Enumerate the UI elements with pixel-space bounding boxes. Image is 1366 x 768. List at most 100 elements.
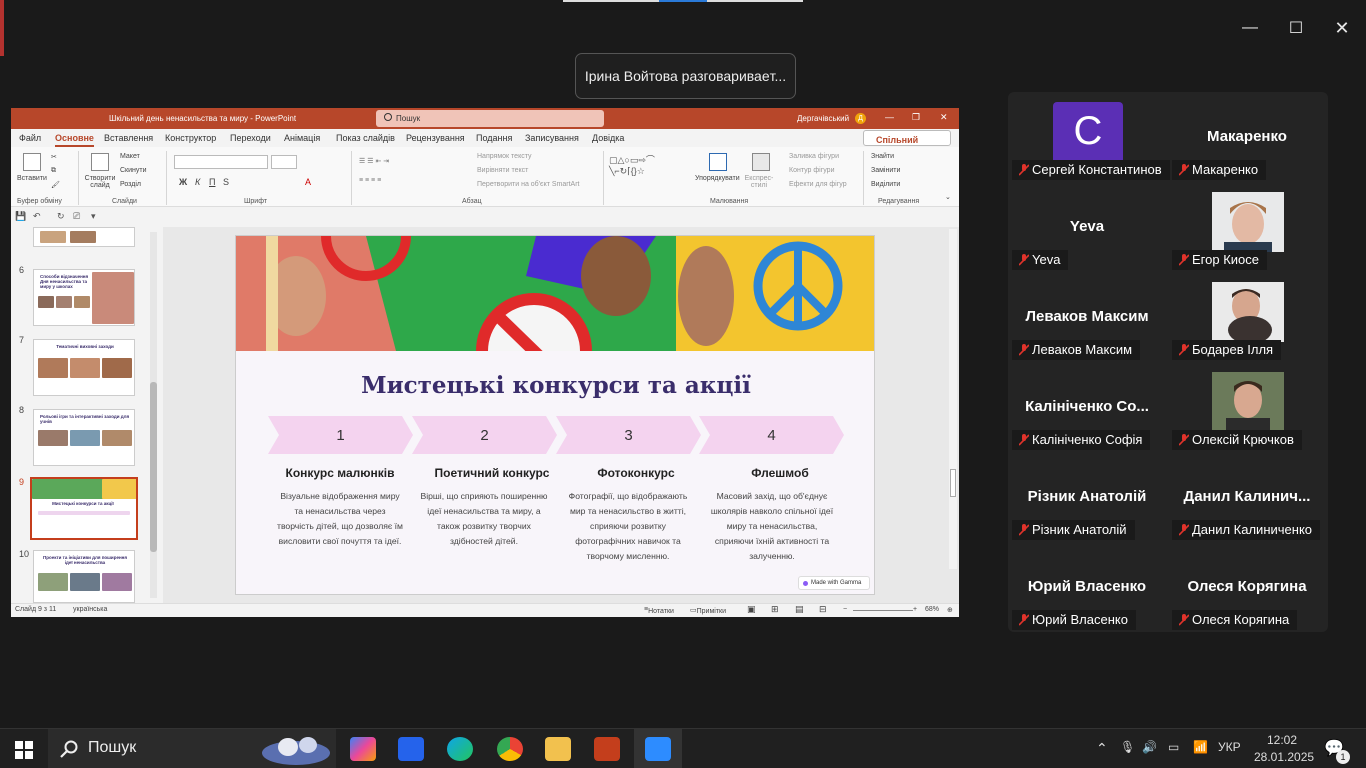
new-slide-button[interactable]: Створити слайд bbox=[83, 175, 117, 189]
ppt-restore-icon[interactable]: ❐ bbox=[912, 112, 920, 123]
reading-view-icon[interactable]: ▤ bbox=[795, 604, 804, 615]
zoom-app-active[interactable] bbox=[634, 729, 682, 768]
participant-tile[interactable]: Данил Калинич... Данил Калиниченко bbox=[1168, 452, 1326, 540]
ppt-search-box[interactable]: Пошук bbox=[376, 110, 604, 127]
section-button[interactable]: Розділ bbox=[120, 181, 141, 188]
align-icons[interactable]: ≡ ≡ ≡ ≡ bbox=[359, 177, 381, 184]
file-explorer-icon[interactable] bbox=[545, 737, 571, 761]
select-button[interactable]: Виділити bbox=[871, 181, 900, 188]
copilot-icon[interactable] bbox=[350, 737, 376, 761]
participant-tile[interactable]: Олексій Крючков bbox=[1168, 362, 1326, 450]
taskbar-search-box[interactable]: Пошук bbox=[48, 729, 336, 768]
language-indicator[interactable]: українська bbox=[73, 606, 107, 613]
slide-sorter-icon[interactable]: ⊞ bbox=[771, 604, 779, 615]
font-size-box[interactable] bbox=[271, 155, 297, 169]
participant-tile[interactable]: Олеся Корягина Олеся Корягина bbox=[1168, 542, 1326, 630]
tab-help[interactable]: Довідка bbox=[592, 133, 624, 143]
thumbnails-scrollbar[interactable] bbox=[150, 232, 157, 598]
volume-icon[interactable]: 🔊 bbox=[1142, 740, 1157, 754]
participant-tile[interactable]: Калініченко Со... Калініченко Софія bbox=[1008, 362, 1166, 450]
comments-button[interactable]: ▭ Примітки bbox=[690, 606, 726, 615]
chrome-icon[interactable] bbox=[497, 737, 523, 761]
smartart-button[interactable]: Перетворити на об'єкт SmartArt bbox=[477, 181, 580, 188]
tab-home[interactable]: Основне bbox=[55, 133, 94, 147]
present-icon[interactable]: ⎚ bbox=[73, 211, 80, 222]
network-icon[interactable]: 📶 bbox=[1193, 740, 1208, 754]
slide-thumbnail-10[interactable]: Проекти та ініціативи для поширення ідеї… bbox=[33, 550, 135, 603]
normal-view-icon[interactable]: ▣ bbox=[747, 604, 756, 615]
zoom-in-icon[interactable]: + bbox=[913, 606, 917, 613]
slide-thumbnail-7[interactable]: Тематичні виховні заходи bbox=[33, 339, 135, 396]
redo-icon[interactable]: ↻ bbox=[57, 211, 65, 222]
microsoft-store-icon[interactable] bbox=[398, 737, 424, 761]
italic-button[interactable]: К bbox=[195, 177, 200, 187]
participant-tile[interactable]: Макаренко Макаренко bbox=[1168, 92, 1326, 180]
arrange-button[interactable]: Упорядкувати bbox=[695, 175, 740, 182]
zoom-level[interactable]: 68% bbox=[925, 606, 939, 613]
participant-tile[interactable]: Юрий Власенко Юрий Власенко bbox=[1008, 542, 1166, 630]
participant-tile[interactable]: Yeva Yeva bbox=[1008, 182, 1166, 270]
customize-qat-icon[interactable]: ▾ bbox=[91, 211, 96, 222]
edge-icon[interactable] bbox=[447, 737, 473, 761]
layout-button[interactable]: Макет bbox=[120, 153, 140, 160]
participant-tile[interactable]: Різник Анатолій Різник Анатолій bbox=[1008, 452, 1166, 540]
slide-thumbnail-5[interactable] bbox=[33, 227, 135, 247]
tab-slideshow[interactable]: Показ слайдів bbox=[336, 133, 395, 143]
font-name-box[interactable] bbox=[174, 155, 268, 169]
ppt-minimize-icon[interactable]: — bbox=[885, 112, 894, 122]
reset-button[interactable]: Скинути bbox=[120, 167, 147, 174]
tab-insert[interactable]: Вставлення bbox=[104, 133, 153, 143]
text-direction-button[interactable]: Напрямок тексту bbox=[477, 153, 532, 160]
new-slide-icon[interactable] bbox=[91, 153, 109, 171]
fit-slide-icon[interactable]: ⊕ bbox=[947, 606, 953, 614]
format-painter-icon[interactable]: 🖌 bbox=[51, 181, 60, 189]
clock-time[interactable]: 12:02 bbox=[1267, 733, 1297, 747]
paste-icon[interactable] bbox=[23, 153, 41, 171]
slideshow-icon[interactable]: ⊟ bbox=[819, 604, 827, 615]
shapes-gallery[interactable]: ▢△○▭⇨⌒ ╲⌐↻⌈{}☆ bbox=[609, 153, 655, 177]
bold-button[interactable]: Ж bbox=[179, 177, 187, 187]
user-avatar[interactable]: Д bbox=[855, 113, 866, 124]
copy-icon[interactable]: ⧉ bbox=[51, 167, 56, 175]
powerpoint-icon[interactable] bbox=[594, 737, 620, 761]
tab-view[interactable]: Подання bbox=[476, 133, 512, 143]
shape-fill-button[interactable]: Заливка фігури bbox=[789, 153, 839, 160]
save-icon[interactable]: 💾 bbox=[15, 211, 26, 222]
tab-file[interactable]: Файл bbox=[19, 133, 41, 143]
ppt-close-icon[interactable]: ✕ bbox=[940, 112, 948, 123]
find-button[interactable]: Знайти bbox=[871, 153, 894, 160]
slide-thumbnail-6[interactable]: Способи відзначення Дня ненасильства та … bbox=[33, 269, 135, 326]
tab-transitions[interactable]: Переходи bbox=[230, 133, 271, 143]
quick-styles-icon[interactable] bbox=[752, 153, 770, 171]
shape-effects-button[interactable]: Ефекти для фігур bbox=[789, 181, 847, 188]
tab-recording[interactable]: Записування bbox=[525, 133, 579, 143]
slide-scrollbar[interactable] bbox=[949, 229, 957, 569]
zoom-out-icon[interactable]: − bbox=[843, 606, 847, 613]
current-slide[interactable]: Мистецькі конкурси та акції 1 2 3 4 Конк… bbox=[235, 235, 875, 595]
shape-outline-button[interactable]: Контур фігури bbox=[789, 167, 834, 174]
participant-tile[interactable]: Егор Киосе bbox=[1168, 182, 1326, 270]
paste-button[interactable]: Вставити bbox=[17, 175, 47, 182]
replace-button[interactable]: Замінити bbox=[871, 167, 900, 174]
notes-button[interactable]: ≡ Нотатки bbox=[644, 606, 674, 615]
input-language[interactable]: УКР bbox=[1218, 740, 1241, 754]
clock-date[interactable]: 28.01.2025 bbox=[1254, 750, 1314, 764]
align-text-button[interactable]: Вирівняти текст bbox=[477, 167, 528, 174]
microphone-icon[interactable]: 🎙 bbox=[1120, 740, 1135, 754]
collapse-ribbon-icon[interactable]: ⌄ bbox=[945, 193, 951, 201]
strikethrough-button[interactable]: S bbox=[223, 177, 229, 187]
tab-review[interactable]: Рецензування bbox=[406, 133, 465, 143]
close-button[interactable]: ✕ bbox=[1328, 14, 1356, 42]
minimize-button[interactable]: — bbox=[1236, 14, 1264, 42]
maximize-button[interactable]: ☐ bbox=[1282, 14, 1310, 42]
battery-icon[interactable]: ▭ bbox=[1168, 740, 1179, 754]
share-button[interactable]: Спільний доступ bbox=[863, 130, 951, 155]
tab-design[interactable]: Конструктор bbox=[165, 133, 216, 143]
quick-styles-button[interactable]: Експрес-стилі bbox=[742, 175, 776, 189]
tray-chevron-icon[interactable]: ⌃ bbox=[1096, 740, 1108, 757]
participant-tile[interactable]: C Сергей Константинов bbox=[1008, 92, 1170, 180]
font-color-button[interactable]: A bbox=[305, 177, 311, 187]
zoom-slider[interactable] bbox=[853, 610, 913, 611]
slide-thumbnail-8[interactable]: Рольові ігри та інтерактивні заходи для … bbox=[33, 409, 135, 466]
arrange-icon[interactable] bbox=[709, 153, 727, 171]
